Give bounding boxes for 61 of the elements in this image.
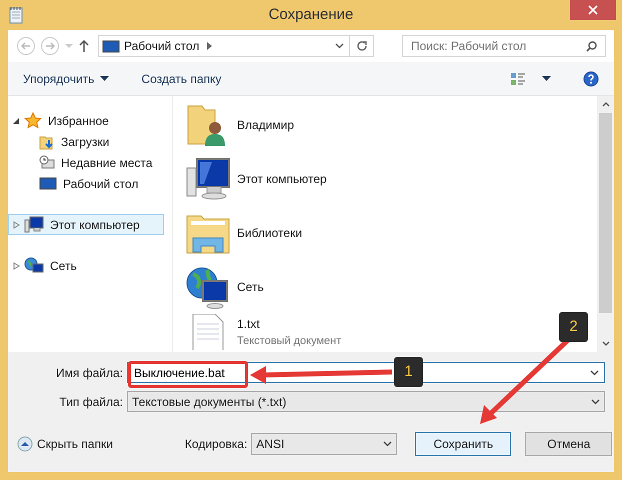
- computer-icon: [24, 216, 44, 234]
- download-folder-icon: [39, 134, 55, 150]
- recent-places-icon: [39, 154, 55, 170]
- close-icon: [588, 5, 598, 15]
- callout-badge: 1: [394, 357, 423, 387]
- sidebar-item[interactable]: Загрузки: [8, 131, 164, 152]
- desktop-icon: [102, 40, 120, 52]
- caret-icon: [100, 76, 110, 81]
- chevron-down-icon: [383, 441, 392, 447]
- desktop-icon: [39, 176, 57, 190]
- encoding-dropdown[interactable]: ANSI: [251, 433, 398, 455]
- collapsed-arrow-icon[interactable]: [13, 220, 20, 228]
- chevron-right-icon: [207, 42, 212, 50]
- callout-badge: 2: [559, 312, 588, 342]
- path-text: Рабочий стол: [124, 38, 200, 55]
- file-type-text: Текстовый документ: [237, 334, 342, 349]
- chevron-down-icon[interactable]: [602, 341, 610, 346]
- address-bar[interactable]: Рабочий стол: [98, 35, 374, 57]
- scrollbar[interactable]: [597, 96, 614, 352]
- file-type-dropdown[interactable]: Текстовые документы (*.txt): [127, 391, 605, 412]
- filename-field[interactable]: Выключение.bat: [134, 364, 225, 382]
- help-icon[interactable]: [583, 70, 599, 86]
- scroll-thumb[interactable]: [599, 113, 612, 313]
- encoding-label: Кодировка:: [184, 436, 248, 453]
- new-folder-button[interactable]: Создать папку: [141, 70, 222, 88]
- save-button[interactable]: Сохранить: [415, 432, 512, 456]
- caret-icon[interactable]: [542, 76, 551, 81]
- file-name[interactable]: Этот компьютер: [237, 170, 327, 188]
- file-name[interactable]: 1.txt: [237, 314, 342, 333]
- search-icon: [586, 40, 597, 52]
- collapse-up-icon: [17, 436, 33, 452]
- sidebar-item[interactable]: Рабочий стол: [8, 173, 164, 194]
- file-name[interactable]: Библиотеки: [237, 224, 302, 242]
- collapsed-arrow-icon[interactable]: [13, 262, 20, 270]
- window-title: Сохранение: [268, 4, 354, 25]
- chevron-up-icon[interactable]: [602, 102, 610, 107]
- star-icon: [24, 112, 42, 130]
- chevron-down-icon: [335, 43, 344, 49]
- refresh-icon[interactable]: [356, 40, 368, 52]
- organize-button[interactable]: Упорядочить: [23, 70, 110, 88]
- sidebar-item[interactable]: Недавние места: [8, 152, 164, 173]
- search-field[interactable]: Поиск: Рабочий стол: [411, 37, 586, 55]
- file-name[interactable]: Владимир: [237, 116, 294, 134]
- view-options-icon[interactable]: [510, 72, 526, 86]
- chevron-down-icon: [590, 370, 599, 376]
- file-type-label: Тип файла:: [58, 394, 124, 410]
- filename-label: Имя файла:: [55, 364, 124, 382]
- notepad-icon: [8, 6, 24, 24]
- close-button[interactable]: [570, 0, 616, 20]
- chevron-down-icon: [591, 398, 600, 404]
- network-icon: [24, 256, 44, 274]
- cancel-button[interactable]: Отмена: [525, 432, 612, 456]
- search-box[interactable]: Поиск: Рабочий стол: [402, 35, 606, 57]
- computer-icon: [185, 156, 231, 202]
- file-name[interactable]: Сеть: [237, 278, 264, 296]
- sidebar-item[interactable]: Сеть: [8, 255, 164, 276]
- sidebar-item[interactable]: Избранное: [8, 110, 164, 131]
- sidebar-item[interactable]: Этот компьютер: [8, 214, 164, 235]
- up-arrow-icon[interactable]: [78, 39, 90, 53]
- expanded-arrow-icon[interactable]: [13, 116, 20, 124]
- hide-folders-button[interactable]: Скрыть папки: [17, 435, 113, 453]
